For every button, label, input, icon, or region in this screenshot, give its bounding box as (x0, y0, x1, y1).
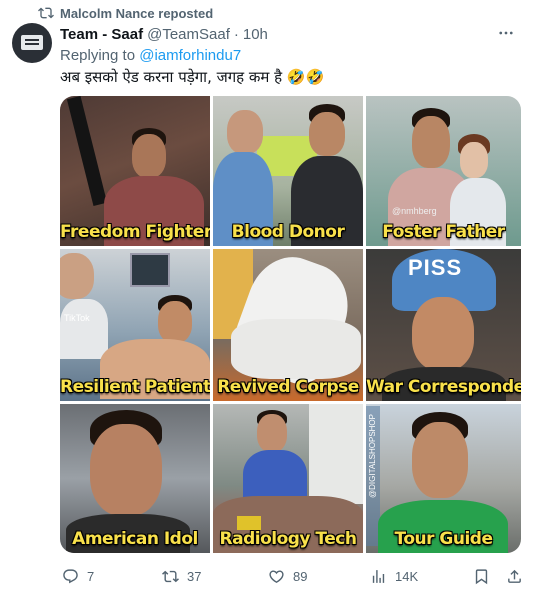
grid-image-freedom-fighter[interactable]: Freedom Fighter (60, 96, 210, 246)
grid-image-revived-corpse[interactable]: Revived Corpse (213, 249, 363, 401)
caption: Freedom Fighter (60, 222, 210, 242)
repost-icon (162, 570, 179, 582)
repost-count: 37 (187, 568, 202, 584)
grid-image-blood-donor[interactable]: Blood Donor (213, 96, 363, 246)
caption: Tour Guide (394, 529, 493, 549)
caption: American Idol (72, 529, 198, 549)
author-name[interactable]: Team - Saaf (60, 26, 143, 43)
reply-mention[interactable]: @iamforhindu7 (139, 47, 241, 64)
avatar[interactable] (12, 23, 52, 63)
more-icon[interactable] (496, 24, 516, 44)
views-button[interactable]: 14K (370, 566, 418, 586)
helmet-text: PISS (408, 255, 463, 280)
caption: War Correspondent (366, 377, 521, 397)
grid-image-radiology-tech[interactable]: Radiology Tech (213, 404, 363, 553)
grid-image-foster-father[interactable]: @nmhberg Foster Father (366, 96, 521, 246)
grid-image-tour-guide[interactable]: @DIGITALSHOPSHOP Tour Guide (366, 404, 521, 553)
watermark: TikTok (64, 313, 90, 323)
reply-context: Replying to @iamforhindu7 (60, 47, 241, 64)
tweet-header: Team - Saaf @TeamSaaf · 10h (60, 24, 516, 44)
repost-label[interactable]: Malcolm Nance reposted (60, 6, 213, 21)
caption: Revived Corpse (217, 377, 359, 397)
watermark: @nmhberg (392, 206, 437, 216)
tweet-time[interactable]: 10h (243, 26, 268, 43)
author-handle[interactable]: @TeamSaaf (147, 26, 230, 43)
image-grid[interactable]: Freedom Fighter Blood Donor @nmhberg Fos… (60, 96, 521, 553)
repost-header[interactable]: Malcolm Nance reposted (30, 4, 213, 22)
repost-icon (38, 7, 54, 19)
grid-image-war-correspondent[interactable]: PISS War Correspondent (366, 249, 521, 401)
analytics-icon (372, 569, 385, 583)
grid-image-resilient-patient[interactable]: TikTok Resilient Patient (60, 249, 210, 401)
action-bar: 7 37 89 14K (60, 566, 530, 586)
caption: Resilient Patient (60, 377, 210, 397)
heart-icon (269, 569, 284, 583)
bookmark-icon (475, 568, 488, 584)
like-count: 89 (293, 568, 308, 584)
share-button[interactable] (506, 566, 531, 586)
reply-button[interactable]: 7 (62, 566, 94, 586)
bookmark-button[interactable] (473, 566, 498, 586)
repost-button[interactable]: 37 (162, 566, 201, 586)
caption: Radiology Tech (219, 529, 357, 549)
caption: Blood Donor (231, 222, 345, 242)
like-button[interactable]: 89 (268, 566, 307, 586)
reply-icon (63, 568, 78, 583)
tweet-text: अब इसको ऐड करना पड़ेगा, जगह कम है 🤣🤣 (60, 68, 325, 86)
share-icon (508, 569, 521, 583)
grid-image-american-idol[interactable]: American Idol (60, 404, 210, 553)
reply-count: 7 (87, 568, 95, 584)
reply-prefix: Replying to (60, 47, 136, 64)
vertical-watermark: @DIGITALSHOPSHOP (368, 414, 377, 498)
separator: · (233, 25, 239, 43)
caption: Foster Father (382, 222, 505, 242)
view-count: 14K (395, 568, 419, 584)
